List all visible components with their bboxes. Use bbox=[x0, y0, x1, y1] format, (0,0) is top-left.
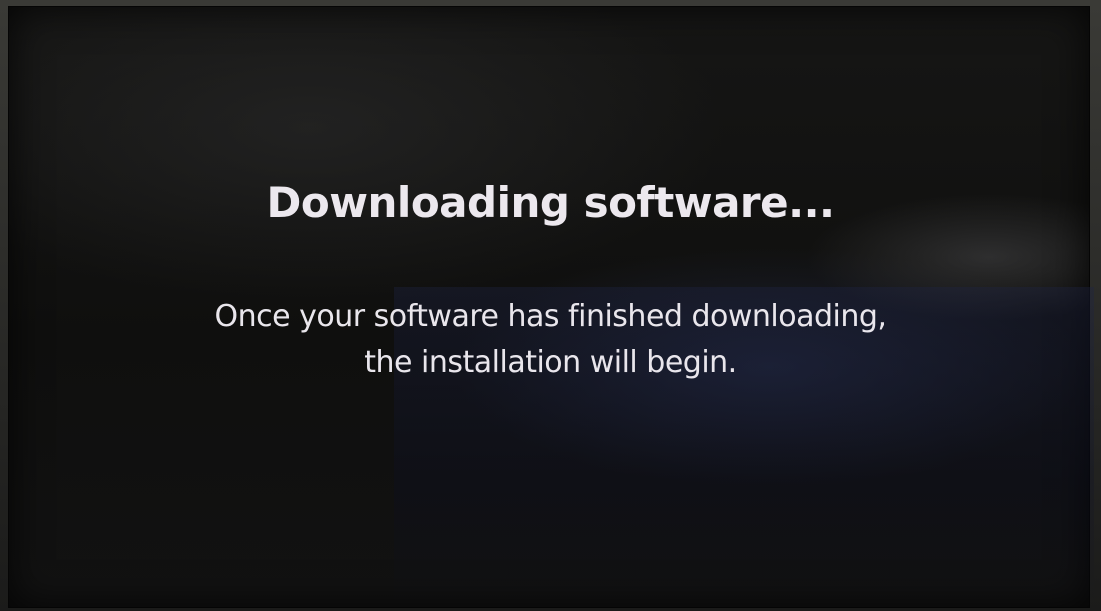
message-line-2: the installation will begin. bbox=[364, 345, 737, 380]
download-status-title: Downloading software... bbox=[266, 178, 835, 227]
device-frame: Downloading software... Once your softwa… bbox=[0, 0, 1101, 611]
download-status-message: Once your software has finished download… bbox=[0, 294, 1101, 386]
message-line-1: Once your software has finished download… bbox=[214, 299, 887, 334]
